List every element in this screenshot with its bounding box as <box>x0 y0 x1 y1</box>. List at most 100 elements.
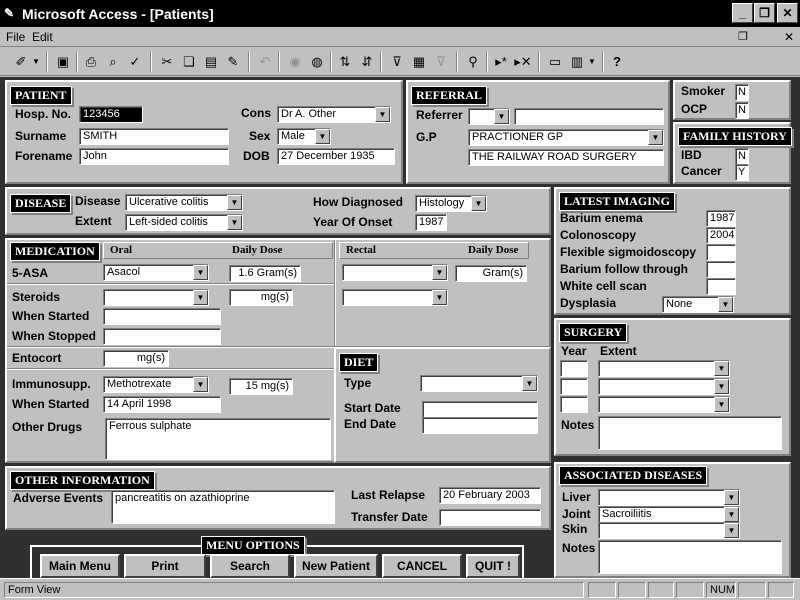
print-button[interactable]: Print <box>124 554 206 578</box>
chevron-down-icon[interactable]: ▼ <box>227 215 242 230</box>
chevron-down-icon[interactable]: ▼ <box>648 130 663 145</box>
cancer-field[interactable]: Y <box>735 164 749 181</box>
diet-type-combobox[interactable]: ▼ <box>420 375 538 392</box>
chevron-down-icon[interactable]: ▼ <box>724 523 739 538</box>
print-icon[interactable]: ⎙ <box>80 51 102 73</box>
chevron-down-icon[interactable]: ▼ <box>718 297 733 312</box>
view-dropdown-icon[interactable]: ▼ <box>30 51 42 73</box>
gp-combobox[interactable]: PRACTIONER GP ▼ <box>468 129 664 146</box>
transfer-date-field[interactable] <box>439 509 541 526</box>
cancel-button[interactable]: CANCEL <box>382 554 462 578</box>
chevron-down-icon[interactable]: ▼ <box>714 379 729 394</box>
surgery-extent-combobox-2[interactable]: ▼ <box>598 378 730 395</box>
barium-follow-through-field[interactable] <box>706 261 736 278</box>
delete-record-icon[interactable]: ▸✕ <box>512 51 534 73</box>
steroids-dose-field[interactable]: mg(s) <box>229 289 293 306</box>
last-relapse-field[interactable]: 20 February 2003 <box>439 487 541 504</box>
ocp-field[interactable]: N <box>735 102 749 119</box>
chevron-down-icon[interactable]: ▼ <box>227 195 242 210</box>
search-button[interactable]: Search <box>210 554 290 578</box>
main-menu-button[interactable]: Main Menu <box>40 554 120 578</box>
forename-field[interactable]: John <box>79 148 229 165</box>
5-asa-oral-combobox[interactable]: Asacol ▼ <box>103 264 209 281</box>
surgery-notes-field[interactable] <box>598 416 782 450</box>
disease-combobox[interactable]: Ulcerative colitis ▼ <box>125 194 243 211</box>
joint-combobox[interactable]: Sacroiliitis ▼ <box>598 506 740 523</box>
format-painter-icon[interactable]: ✎ <box>222 51 244 73</box>
new-object-dropdown-icon[interactable]: ▼ <box>586 51 598 73</box>
save-icon[interactable]: ▣ <box>52 51 74 73</box>
skin-combobox[interactable]: ▼ <box>598 522 740 539</box>
filter-by-selection-icon[interactable]: ⊽ <box>386 51 408 73</box>
design-view-icon[interactable]: ✐ <box>10 51 32 73</box>
adverse-events-field[interactable]: pancreatitis on azathioprine <box>111 490 335 524</box>
properties-icon[interactable]: ▭ <box>544 51 566 73</box>
print-preview-icon[interactable]: ⌕ <box>102 51 124 73</box>
surname-field[interactable]: SMITH <box>79 128 229 145</box>
chevron-down-icon[interactable]: ▼ <box>471 196 486 211</box>
sort-descending-icon[interactable]: ⇵ <box>356 51 378 73</box>
5-asa-rectal-combobox[interactable]: ▼ <box>342 264 448 281</box>
other-drugs-field[interactable]: Ferrous sulphate <box>105 418 331 460</box>
restore-button[interactable]: ❐ <box>754 3 775 23</box>
sex-combobox[interactable]: Male ▼ <box>277 128 331 145</box>
find-icon[interactable]: ⚲ <box>462 51 484 73</box>
associated-notes-field[interactable] <box>598 540 782 574</box>
colonoscopy-field[interactable]: 2004 <box>706 227 736 244</box>
chevron-down-icon[interactable]: ▼ <box>714 361 729 376</box>
help-icon[interactable]: ? <box>606 51 628 73</box>
apply-filter-icon[interactable]: ⊽ <box>430 51 452 73</box>
chevron-down-icon[interactable]: ▼ <box>375 107 390 122</box>
immunosupp-combobox[interactable]: Methotrexate ▼ <box>103 376 209 393</box>
chevron-down-icon[interactable]: ▼ <box>193 265 208 280</box>
5-asa-rectal-dose-field[interactable]: Gram(s) <box>455 265 527 282</box>
dysplasia-combobox[interactable]: None ▼ <box>662 296 734 313</box>
quit-button[interactable]: QUIT ! <box>466 554 520 578</box>
surgery-extent-combobox-3[interactable]: ▼ <box>598 396 730 413</box>
gp-surgery-field[interactable]: THE RAILWAY ROAD SURGERY <box>468 149 664 166</box>
undo-icon[interactable]: ↶ <box>254 51 276 73</box>
ibd-field[interactable]: N <box>735 148 749 165</box>
surgery-year-field-2[interactable] <box>560 378 588 395</box>
chevron-down-icon[interactable]: ▼ <box>315 129 330 144</box>
diet-end-date-field[interactable] <box>422 417 538 434</box>
new-record-icon[interactable]: ▸* <box>490 51 512 73</box>
chevron-down-icon[interactable]: ▼ <box>432 290 447 305</box>
5-asa-oral-dose-field[interactable]: 1.6 Gram(s) <box>229 265 301 282</box>
minimize-button[interactable]: _ <box>732 3 753 23</box>
cut-icon[interactable]: ✂ <box>156 51 178 73</box>
menu-file[interactable]: File <box>6 30 25 44</box>
chevron-down-icon[interactable]: ▼ <box>432 265 447 280</box>
insert-hyperlink-icon[interactable]: ◉ <box>284 51 306 73</box>
chevron-down-icon[interactable]: ▼ <box>193 377 208 392</box>
white-cell-scan-field[interactable] <box>706 278 736 295</box>
liver-combobox[interactable]: ▼ <box>598 489 740 506</box>
database-window-icon[interactable]: ▥ <box>566 51 588 73</box>
year-of-onset-field[interactable]: 1987 <box>415 214 447 231</box>
access-key-icon[interactable]: ✎ <box>4 6 18 20</box>
menu-edit[interactable]: Edit <box>32 30 53 44</box>
chevron-down-icon[interactable]: ▼ <box>714 397 729 412</box>
cons-combobox[interactable]: Dr A. Other ▼ <box>277 106 391 123</box>
child-restore-icon[interactable]: ❐ <box>738 30 748 43</box>
chevron-down-icon[interactable]: ▼ <box>494 109 509 124</box>
steroids-when-stopped-field[interactable] <box>103 328 221 345</box>
immunosupp-dose-field[interactable]: 15 mg(s) <box>229 378 293 395</box>
referrer-name-field[interactable] <box>514 108 664 125</box>
surgery-year-field-1[interactable] <box>560 360 588 377</box>
sort-ascending-icon[interactable]: ⇅ <box>334 51 356 73</box>
close-button[interactable]: ✕ <box>777 3 798 23</box>
filter-by-form-icon[interactable]: ▦ <box>408 51 430 73</box>
smoker-field[interactable]: N <box>735 84 749 101</box>
spelling-icon[interactable]: ✓ <box>124 51 146 73</box>
barium-enema-field[interactable]: 1987 <box>706 210 736 227</box>
entocort-dose-field[interactable]: mg(s) <box>103 350 169 367</box>
diet-start-date-field[interactable] <box>422 401 538 418</box>
new-patient-button[interactable]: New Patient <box>294 554 378 578</box>
flexible-sigmoidoscopy-field[interactable] <box>706 244 736 261</box>
how-diagnosed-combobox[interactable]: Histology ▼ <box>415 195 487 212</box>
surgery-year-field-3[interactable] <box>560 396 588 413</box>
chevron-down-icon[interactable]: ▼ <box>522 376 537 391</box>
immunosupp-when-started-field[interactable]: 14 April 1998 <box>103 396 221 413</box>
chevron-down-icon[interactable]: ▼ <box>724 490 739 505</box>
